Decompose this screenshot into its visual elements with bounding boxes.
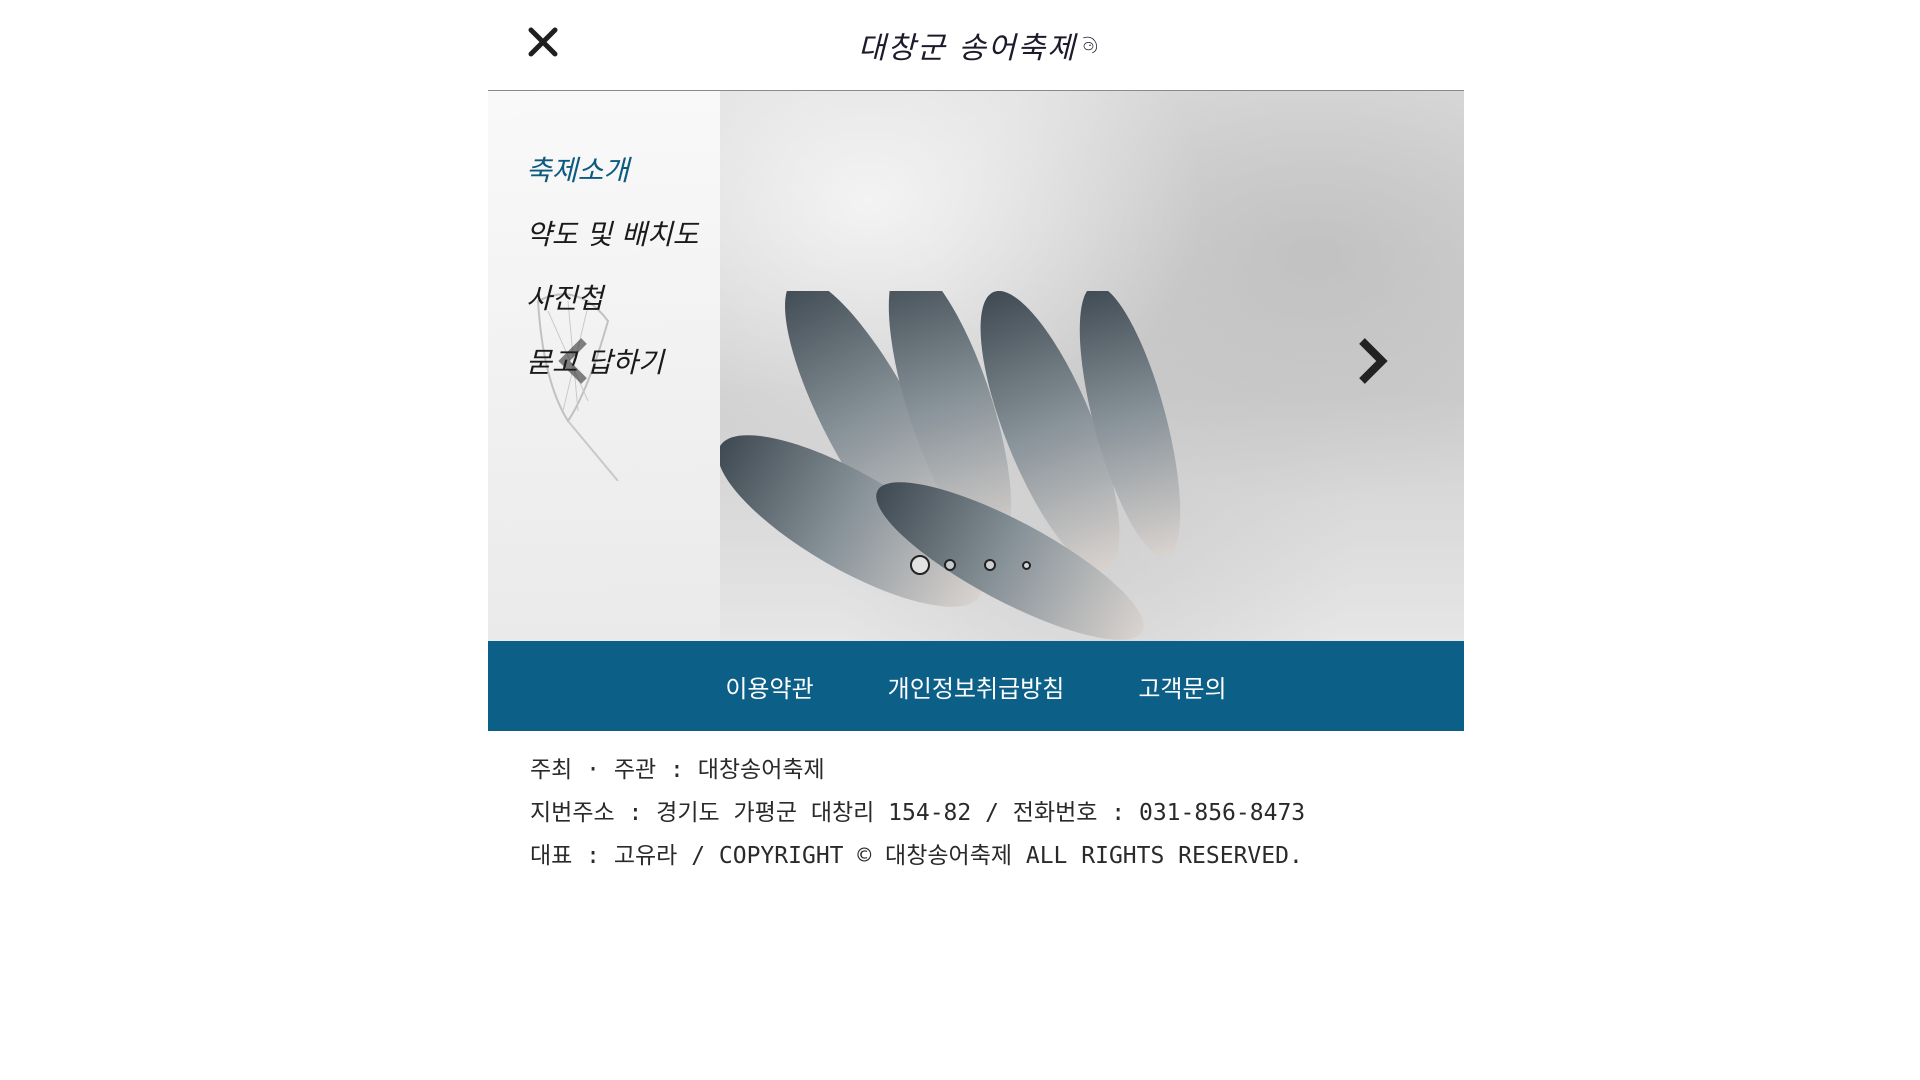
chevron-left-icon (558, 338, 587, 384)
header: 대창군 송어축제 (488, 0, 1464, 91)
menu-item-qna[interactable]: 묻고 답하기 (526, 331, 698, 395)
page: 대창군 송어축제 축제소개 약도 및 배치도 사진첩 묻고 답하기 이용약관 개… (0, 0, 1920, 1080)
address-phone-line: 지번주소 : 경기도 가평군 대창리 154-82 / 전화번호 : 031-8… (530, 800, 1306, 826)
slider-pagination (910, 555, 1031, 575)
hero-slider: 축제소개 약도 및 배치도 사진첩 묻고 답하기 (488, 91, 1464, 641)
side-menu: 축제소개 약도 및 배치도 사진첩 묻고 답하기 (526, 139, 698, 395)
slider-dot-1[interactable] (910, 555, 930, 575)
slider-prev-button[interactable] (554, 331, 594, 391)
slider-dot-2[interactable] (944, 559, 956, 571)
menu-item-map-layout[interactable]: 약도 및 배치도 (526, 203, 698, 267)
slider-dot-3[interactable] (984, 559, 996, 571)
privacy-policy-link[interactable]: 개인정보취급방침 (888, 669, 1065, 704)
fish-photo-illustration (720, 291, 1181, 640)
menu-item-photo-album[interactable]: 사진첩 (526, 267, 698, 331)
footer-info: 주최 · 주관 : 대창송어축제 지번주소 : 경기도 가평군 대창리 154-… (488, 731, 1464, 878)
copyright-line: 대표 : 고유라 / COPYRIGHT © 대창송어축제 ALL RIGHTS… (530, 843, 1303, 869)
mobile-layout-column: 대창군 송어축제 축제소개 약도 및 배치도 사진첩 묻고 답하기 이용약관 개… (488, 0, 1464, 878)
site-logo[interactable]: 대창군 송어축제 (858, 12, 1098, 78)
chevron-right-icon (1359, 338, 1388, 384)
slider-dot-4[interactable] (1022, 560, 1031, 570)
logo-text: 대창군 송어축제 (858, 31, 1077, 66)
organizer-line: 주최 · 주관 : 대창송어축제 (530, 757, 825, 783)
close-icon (528, 27, 558, 57)
footer-nav: 이용약관 개인정보취급방침 고객문의 (488, 641, 1464, 731)
close-button[interactable] (526, 25, 560, 59)
menu-item-festival-intro[interactable]: 축제소개 (526, 139, 698, 203)
terms-link[interactable]: 이용약관 (725, 669, 813, 704)
slider-next-button[interactable] (1352, 331, 1392, 391)
customer-inquiry-link[interactable]: 고객문의 (1138, 669, 1226, 704)
logo-fish-icon (1082, 36, 1097, 54)
